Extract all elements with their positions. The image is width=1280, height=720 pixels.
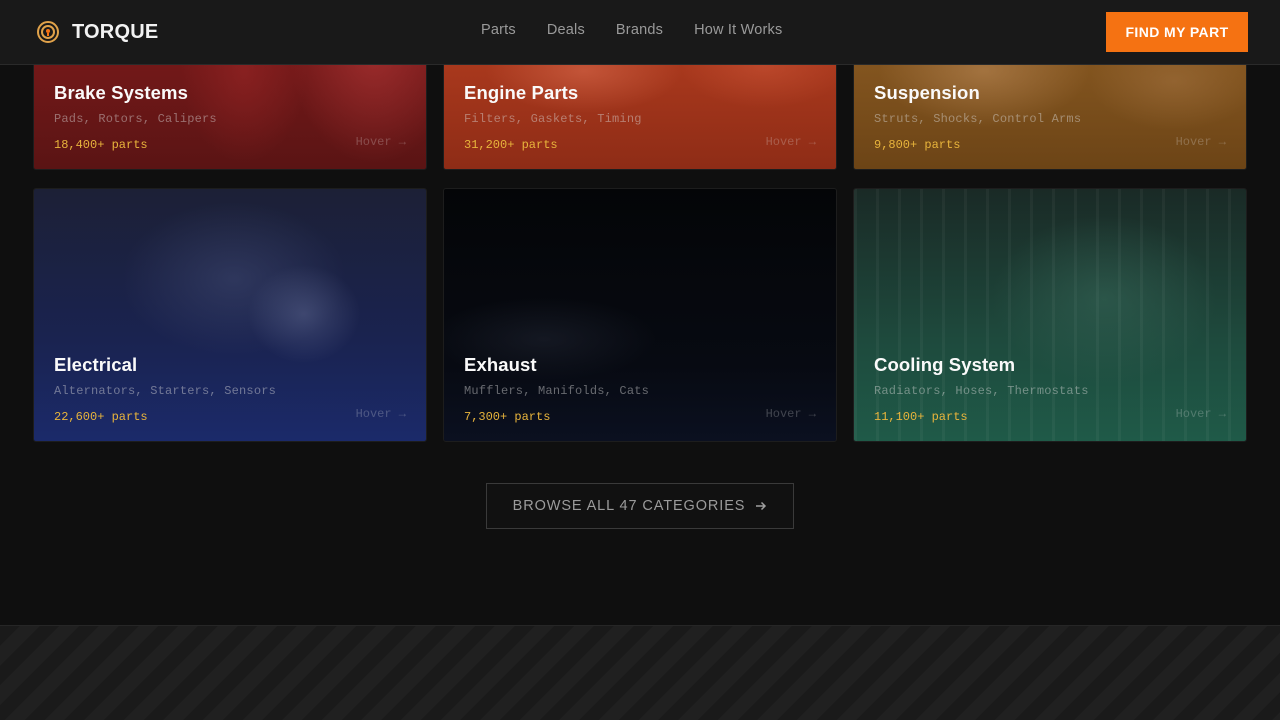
find-my-part-button[interactable]: FIND MY PART (1106, 12, 1248, 52)
card-hover-hint: Hover → (765, 135, 816, 149)
card-part-count: 31,200+ parts (464, 138, 558, 152)
card-part-count: 11,100+ parts (874, 410, 968, 424)
gear-icon (37, 21, 59, 43)
nav-link-deals[interactable]: Deals (547, 22, 585, 38)
card-subtitle: Filters, Gaskets, Timing (464, 112, 642, 126)
card-title: Exhaust (464, 354, 537, 375)
card-subtitle: Struts, Shocks, Control Arms (874, 112, 1082, 126)
card-hover-hint: Hover → (1175, 135, 1226, 149)
card-hover-hint: Hover → (355, 407, 406, 421)
page: TORQUE Parts Deals Brands How It Works F… (0, 0, 1280, 720)
category-card-cooling-system[interactable]: Cooling System Radiators, Hoses, Thermos… (853, 188, 1247, 442)
card-subtitle: Radiators, Hoses, Thermostats (874, 384, 1089, 398)
card-title: Suspension (874, 82, 980, 103)
card-subtitle: Alternators, Starters, Sensors (54, 384, 277, 398)
main-nav: Parts Deals Brands How It Works (481, 22, 813, 38)
category-card-electrical[interactable]: Electrical Alternators, Starters, Sensor… (33, 188, 427, 442)
card-part-count: 22,600+ parts (54, 410, 148, 424)
card-subtitle: Pads, Rotors, Calipers (54, 112, 217, 126)
top-nav: TORQUE Parts Deals Brands How It Works F… (0, 0, 1280, 65)
nav-link-parts[interactable]: Parts (481, 22, 516, 38)
card-hover-hint: Hover → (355, 135, 406, 149)
arrow-right-icon (756, 501, 767, 511)
card-title: Electrical (54, 354, 138, 375)
card-part-count: 9,800+ parts (874, 138, 961, 152)
card-subtitle: Mufflers, Manifolds, Cats (464, 384, 650, 398)
card-part-count: 7,300+ parts (464, 410, 551, 424)
brand-name: TORQUE (72, 20, 159, 43)
card-title: Brake Systems (54, 82, 188, 103)
decorative-footer-band (0, 625, 1280, 720)
card-title: Engine Parts (464, 82, 579, 103)
browse-all-categories-button[interactable]: BROWSE ALL 47 CATEGORIES (486, 483, 794, 529)
nav-link-how-it-works[interactable]: How It Works (694, 22, 782, 38)
card-hover-hint: Hover → (1175, 407, 1226, 421)
card-title: Cooling System (874, 354, 1016, 375)
nav-link-brands[interactable]: Brands (616, 22, 663, 38)
category-card-exhaust[interactable]: Exhaust Mufflers, Manifolds, Cats 7,300+… (443, 188, 837, 442)
browse-all-label: BROWSE ALL 47 CATEGORIES (512, 498, 746, 514)
brand-logo[interactable]: TORQUE (36, 20, 158, 44)
card-hover-hint: Hover → (765, 407, 816, 421)
card-part-count: 18,400+ parts (54, 138, 148, 152)
